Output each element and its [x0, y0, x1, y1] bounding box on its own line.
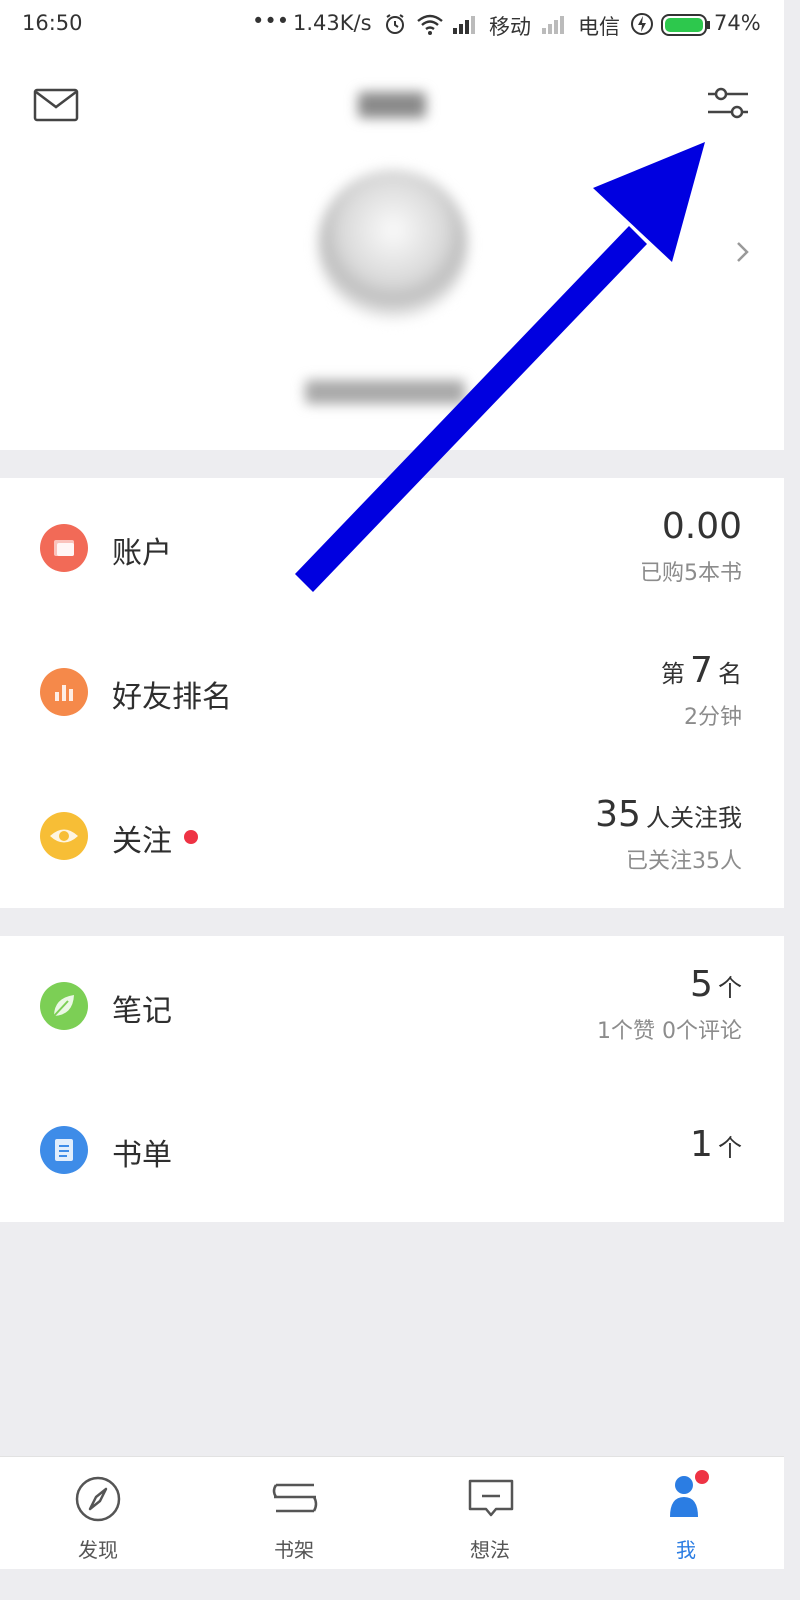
person-icon: [670, 1470, 709, 1517]
chevron-right-icon[interactable]: [735, 240, 751, 264]
tab-thoughts[interactable]: 想法: [392, 1457, 588, 1569]
ranking-icon: [40, 668, 88, 716]
charging-icon: [631, 13, 653, 35]
friend-ranking-row[interactable]: 好友排名 第 7 名 2分钟: [0, 622, 784, 762]
status-battery-percent: 74%: [714, 11, 761, 35]
bottom-tab-bar: 发现 书架 想法 我: [0, 1456, 784, 1569]
comment-icon: [468, 1479, 514, 1517]
wifi-icon: [417, 14, 443, 35]
document-icon: [40, 1126, 88, 1174]
follow-label: 关注: [112, 824, 172, 859]
notes-label: 笔记: [112, 994, 172, 1029]
followers-count: 35: [595, 794, 641, 835]
status-bar: 16:50 ••• 1.43K/s 移动 电信 74%: [0, 0, 784, 52]
eye-icon: [40, 812, 88, 860]
status-carrier-2: 电信: [578, 15, 620, 39]
mail-icon[interactable]: [33, 88, 79, 122]
signal-icon-2: [542, 16, 564, 34]
ranking-suffix: 名: [718, 660, 742, 688]
tab-discover-label: 发现: [78, 1538, 118, 1562]
status-network-speed: 1.43K/s: [293, 11, 372, 35]
profile-header: [0, 52, 784, 450]
stats-card-1: 账户 0.00 已购5本书 好友排名 第 7 名 2分钟 关注 35 人关注我 …: [0, 478, 784, 908]
bookshelf-icon: [272, 1483, 318, 1513]
notes-count: 5: [690, 964, 713, 1005]
notes-unit: 个: [718, 974, 742, 1002]
booklist-label: 书单: [112, 1138, 172, 1173]
avatar[interactable]: [318, 170, 468, 320]
stats-card-2: 笔记 5 个 1个赞 0个评论 书单 1 个: [0, 936, 784, 1222]
account-balance: 0.00: [661, 506, 742, 547]
tab-bookshelf-label: 书架: [274, 1538, 314, 1562]
alarm-icon: [386, 14, 404, 34]
notes-likes-comments: 1个赞 0个评论: [597, 1019, 742, 1044]
tab-me-label: 我: [676, 1538, 696, 1562]
compass-icon: [75, 1476, 121, 1522]
ranking-value: 7: [690, 650, 713, 691]
settings-sliders-icon[interactable]: [706, 85, 750, 123]
status-dots: •••: [252, 9, 290, 33]
tab-me[interactable]: 我: [588, 1457, 784, 1569]
booklist-unit: 个: [718, 1134, 742, 1162]
account-row[interactable]: 账户 0.00 已购5本书: [0, 478, 784, 618]
battery-icon: [661, 14, 710, 36]
ranking-reading-time: 2分钟: [684, 705, 742, 730]
tab-bookshelf[interactable]: 书架: [196, 1457, 392, 1569]
ranking-label: 好友排名: [112, 680, 232, 715]
follow-row[interactable]: 关注 35 人关注我 已关注35人: [0, 766, 784, 906]
leaf-icon: [40, 982, 88, 1030]
status-carrier-1: 移动: [489, 15, 531, 39]
follow-red-dot-badge: [184, 830, 198, 844]
ranking-prefix: 第: [660, 660, 685, 688]
notes-row[interactable]: 笔记 5 个 1个赞 0个评论: [0, 936, 784, 1076]
tab-thoughts-label: 想法: [470, 1538, 510, 1562]
followers-suffix: 人关注我: [646, 804, 742, 832]
following-count: 已关注35人: [626, 849, 742, 874]
nickname-blurred: [358, 92, 426, 118]
signal-icon-1: [453, 16, 475, 34]
signature-blurred: [305, 380, 465, 404]
status-time: 16:50: [22, 11, 83, 35]
tab-discover[interactable]: 发现: [0, 1457, 196, 1569]
account-purchased: 已购5本书: [640, 561, 742, 586]
booklist-row[interactable]: 书单 1 个: [0, 1080, 784, 1220]
booklist-count: 1: [690, 1124, 713, 1165]
account-label: 账户: [112, 536, 172, 571]
wallet-icon: [40, 524, 88, 572]
